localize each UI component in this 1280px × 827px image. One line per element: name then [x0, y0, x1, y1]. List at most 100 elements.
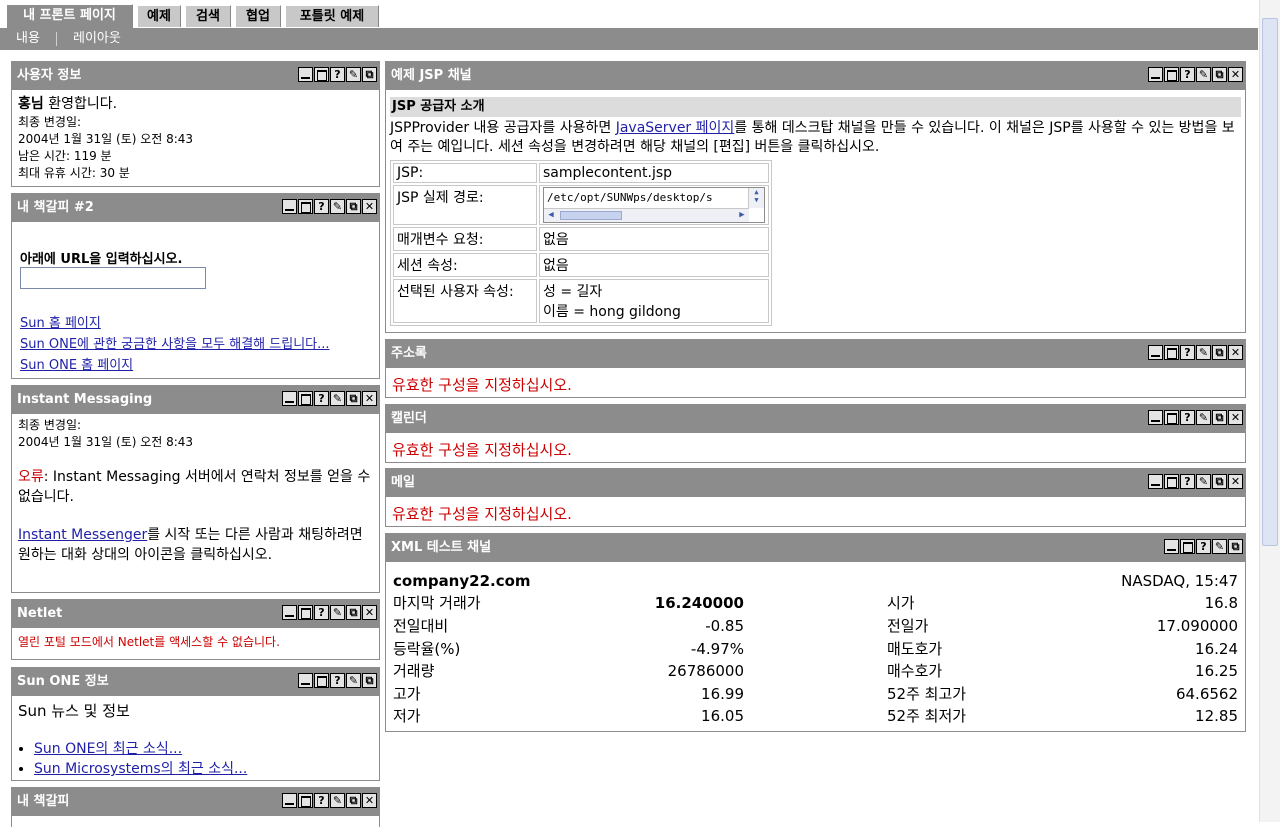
tab-my-front-page[interactable]: 내 프론트 페이지 — [6, 4, 133, 28]
help-icon[interactable] — [314, 793, 329, 808]
minimize-icon[interactable] — [1164, 539, 1179, 554]
news-link-sun-one[interactable]: Sun ONE의 최근 소식... — [34, 741, 182, 757]
detach-icon[interactable] — [346, 793, 361, 808]
scroll-left-icon[interactable]: ◀ — [544, 209, 558, 222]
maximize-icon[interactable] — [1164, 345, 1179, 360]
javaserver-pages-link[interactable]: JavaServer 페이지 — [616, 120, 735, 136]
row-value: samplecontent.jsp — [539, 163, 769, 183]
help-icon[interactable] — [1180, 410, 1195, 425]
instant-messenger-link[interactable]: Instant Messenger — [18, 527, 147, 543]
jsp-path-textarea[interactable]: /etc/opt/SUNWps/desktop/s ▲ ▼ ◀ ▶ — [543, 187, 765, 223]
user-name: 홍님 — [18, 96, 44, 112]
tab-search[interactable]: 검색 — [185, 5, 231, 27]
stock-value: 16.99 — [701, 685, 744, 703]
help-icon[interactable] — [330, 67, 345, 82]
minimize-icon[interactable] — [1148, 67, 1163, 82]
remove-icon[interactable] — [362, 199, 377, 214]
maximize-icon[interactable] — [1180, 539, 1195, 554]
edit-icon[interactable] — [346, 673, 361, 688]
help-icon[interactable] — [1180, 67, 1195, 82]
news-link-sun-microsystems[interactable]: Sun Microsystems의 최근 소식... — [34, 761, 247, 777]
remove-icon[interactable] — [1228, 474, 1243, 489]
minimize-icon[interactable] — [1148, 410, 1163, 425]
last-modified-label: 최종 변경일: — [18, 115, 82, 129]
detach-icon[interactable] — [362, 67, 377, 82]
help-icon[interactable] — [1196, 539, 1211, 554]
edit-icon[interactable] — [1196, 474, 1211, 489]
edit-icon[interactable] — [330, 605, 345, 620]
edit-icon[interactable] — [330, 199, 345, 214]
bookmark-link-sun-one-home[interactable]: Sun ONE 홈 페이지 — [20, 358, 133, 373]
url-input[interactable] — [20, 267, 206, 289]
bookmark-link-sun-home[interactable]: Sun 홈 페이지 — [20, 316, 101, 331]
edit-icon[interactable] — [346, 67, 361, 82]
detach-icon[interactable] — [1212, 67, 1227, 82]
edit-icon[interactable] — [330, 391, 345, 406]
stock-label: 등락율(%) — [393, 640, 461, 658]
tab-examples[interactable]: 예제 — [137, 5, 181, 27]
help-icon[interactable] — [314, 605, 329, 620]
minimize-icon[interactable] — [282, 391, 297, 406]
subnav-layout[interactable]: 레이아웃 — [73, 28, 121, 50]
remove-icon[interactable] — [362, 391, 377, 406]
maximize-icon[interactable] — [298, 199, 313, 214]
help-icon[interactable] — [1180, 345, 1195, 360]
subnav-content[interactable]: 내용 — [16, 28, 40, 50]
bookmark-link-sun-one-faq[interactable]: Sun ONE에 관한 궁금한 사항을 모두 해결해 드립니다... — [20, 337, 330, 352]
minimize-icon[interactable] — [282, 605, 297, 620]
edit-icon[interactable] — [1212, 539, 1227, 554]
minimize-icon[interactable] — [282, 793, 297, 808]
channel-title: 캘린더 — [391, 411, 427, 426]
detach-icon[interactable] — [346, 391, 361, 406]
tab-portlet-examples[interactable]: 포틀릿 예제 — [285, 5, 379, 27]
vertical-scrollbar[interactable]: ▲ ▼ — [748, 188, 764, 208]
remove-icon[interactable] — [362, 793, 377, 808]
page-scrollbar[interactable] — [1259, 0, 1280, 822]
minimize-icon[interactable] — [1148, 345, 1163, 360]
minimize-icon[interactable] — [298, 67, 313, 82]
channel-controls — [298, 673, 377, 689]
detach-icon[interactable] — [346, 605, 361, 620]
maximize-icon[interactable] — [314, 67, 329, 82]
company-name: company22.com — [393, 572, 531, 590]
remove-icon[interactable] — [362, 605, 377, 620]
minimize-icon[interactable] — [1148, 474, 1163, 489]
help-icon[interactable] — [1180, 474, 1195, 489]
horizontal-scrollbar[interactable]: ◀ ▶ — [544, 208, 749, 222]
help-icon[interactable] — [330, 673, 345, 688]
remove-icon[interactable] — [1228, 67, 1243, 82]
maximize-icon[interactable] — [298, 605, 313, 620]
detach-icon[interactable] — [1212, 474, 1227, 489]
stock-value: 16.25 — [1195, 662, 1238, 680]
channel-title: XML 테스트 채널 — [391, 540, 492, 555]
detach-icon[interactable] — [362, 673, 377, 688]
scroll-thumb[interactable] — [560, 211, 622, 220]
maximize-icon[interactable] — [314, 673, 329, 688]
edit-icon[interactable] — [1196, 410, 1211, 425]
help-icon[interactable] — [314, 199, 329, 214]
remove-icon[interactable] — [1228, 345, 1243, 360]
maximize-icon[interactable] — [1164, 67, 1179, 82]
scroll-right-icon[interactable]: ▶ — [735, 209, 749, 222]
channel-header: 주소록 — [386, 340, 1245, 368]
detach-icon[interactable] — [1212, 345, 1227, 360]
minimize-icon[interactable] — [298, 673, 313, 688]
page-scrollbar-thumb[interactable] — [1262, 18, 1278, 546]
maximize-icon[interactable] — [1164, 474, 1179, 489]
tab-collaboration[interactable]: 협업 — [235, 5, 281, 27]
help-icon[interactable] — [314, 391, 329, 406]
maximize-icon[interactable] — [1164, 410, 1179, 425]
sub-navigation: 내용 레이아웃 — [0, 28, 1258, 50]
detach-icon[interactable] — [1228, 539, 1243, 554]
edit-icon[interactable] — [1196, 67, 1211, 82]
detach-icon[interactable] — [1212, 410, 1227, 425]
detach-icon[interactable] — [346, 199, 361, 214]
remove-icon[interactable] — [1228, 410, 1243, 425]
edit-icon[interactable] — [1196, 345, 1211, 360]
maximize-icon[interactable] — [298, 793, 313, 808]
sun-one-info-channel: Sun ONE 정보 Sun 뉴스 및 정보 Sun ONE의 최근 소식...… — [11, 667, 380, 781]
minimize-icon[interactable] — [282, 199, 297, 214]
maximize-icon[interactable] — [298, 391, 313, 406]
stock-label: 거래량 — [393, 662, 435, 680]
edit-icon[interactable] — [330, 793, 345, 808]
